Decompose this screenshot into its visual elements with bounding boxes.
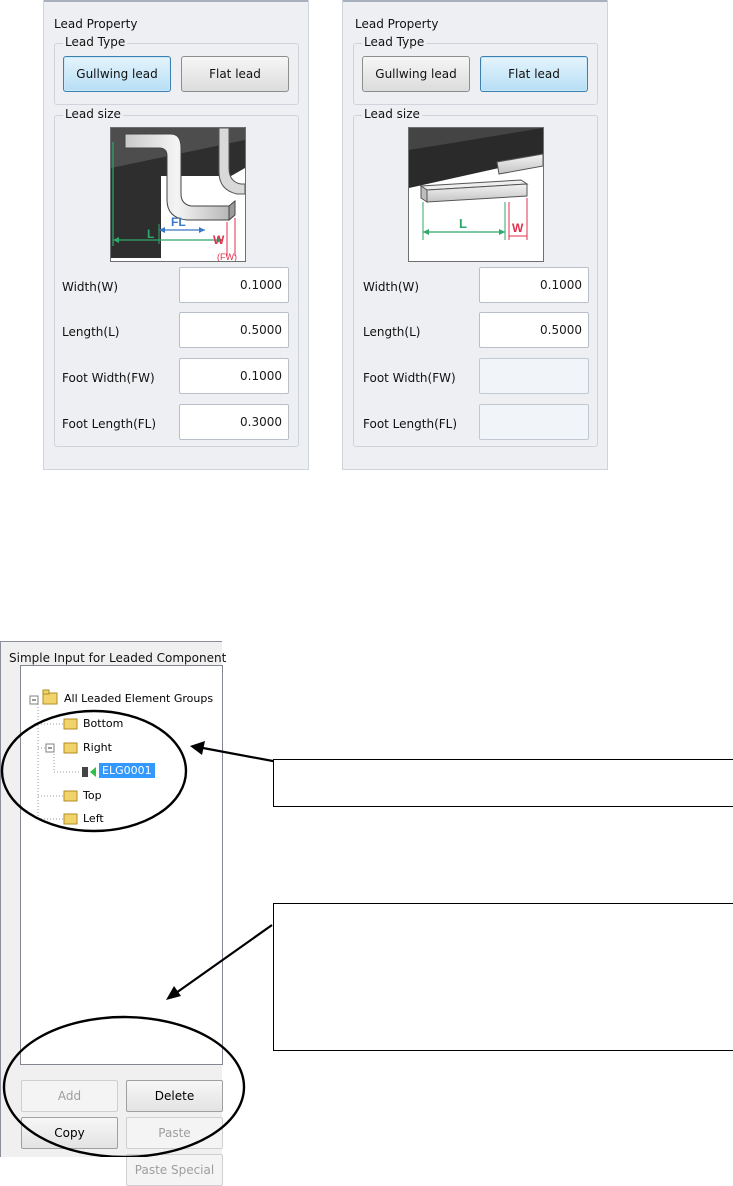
- paste-special-button[interactable]: Paste Special: [126, 1154, 223, 1186]
- tree-item-top[interactable]: Top: [83, 789, 102, 802]
- collapse-toggle-icon: [29, 695, 39, 705]
- flat-lead-button[interactable]: Flat lead: [480, 56, 588, 92]
- element-group-tree[interactable]: All Leaded Element Groups Bottom Right E…: [20, 665, 223, 1065]
- foot-width-label: Foot Width(FW): [363, 371, 456, 385]
- lead-property-panel-flat: Lead Property Lead Type Gullwing lead Fl…: [342, 0, 608, 470]
- window-title: Simple Input for Leaded Component: [9, 651, 227, 665]
- tree-item-right[interactable]: Right: [83, 741, 112, 754]
- gullwing-lead-diagram: L FL W (FW): [110, 127, 246, 262]
- lead-size-label: Lead size: [362, 107, 422, 121]
- tree-item-bottom[interactable]: Bottom: [83, 717, 123, 730]
- diagram-l-label: L: [147, 227, 154, 241]
- width-field[interactable]: 0.1000: [479, 267, 589, 303]
- delete-button[interactable]: Delete: [126, 1080, 223, 1112]
- diagram-w-label: W: [512, 221, 524, 235]
- root-folder-icon: [42, 689, 58, 705]
- length-field[interactable]: 0.5000: [179, 312, 289, 348]
- paste-button[interactable]: Paste: [126, 1117, 223, 1149]
- foot-length-field[interactable]: 0.3000: [179, 404, 289, 440]
- foot-length-label: Foot Length(FL): [363, 417, 458, 431]
- lead-type-group: Lead Type Gullwing lead Flat lead: [353, 35, 598, 105]
- lead-property-panel-gullwing: Lead Property Lead Type Gullwing lead Fl…: [43, 0, 309, 470]
- width-label: Width(W): [363, 280, 420, 294]
- length-label: Length(L): [363, 325, 421, 339]
- copy-button[interactable]: Copy: [21, 1117, 118, 1149]
- folder-icon: [63, 742, 78, 754]
- diagram-l-label: L: [459, 216, 467, 231]
- element-group-icon: [82, 767, 96, 777]
- gullwing-lead-button[interactable]: Gullwing lead: [362, 56, 470, 92]
- lead-type-label: Lead Type: [63, 35, 128, 49]
- flat-lead-diagram: L W: [408, 127, 544, 262]
- buttons-callout-box: [273, 903, 733, 1051]
- tree-root-label[interactable]: All Leaded Element Groups: [64, 692, 213, 705]
- foot-width-label: Foot Width(FW): [62, 371, 155, 385]
- lead-size-label: Lead size: [63, 107, 123, 121]
- foot-width-field[interactable]: 0.1000: [179, 358, 289, 394]
- folder-icon: [63, 813, 78, 825]
- folder-icon: [63, 718, 78, 730]
- collapse-toggle-icon: [45, 743, 55, 753]
- width-label: Width(W): [62, 280, 119, 294]
- folder-icon: [63, 790, 78, 802]
- flat-lead-button[interactable]: Flat lead: [181, 56, 289, 92]
- foot-length-field: [479, 404, 589, 440]
- panel-title: Lead Property: [355, 17, 439, 31]
- panel-title: Lead Property: [54, 17, 138, 31]
- gullwing-lead-button[interactable]: Gullwing lead: [63, 56, 171, 92]
- tree-callout-box: [273, 759, 733, 807]
- tree-item-elg0001[interactable]: ELG0001: [99, 763, 155, 778]
- lead-type-label: Lead Type: [362, 35, 427, 49]
- width-field[interactable]: 0.1000: [179, 267, 289, 303]
- diagram-fl-label: FL: [171, 215, 186, 229]
- diagram-w-label: W: [213, 233, 225, 247]
- tree-item-left[interactable]: Left: [83, 812, 104, 825]
- diagram-fw-label: (FW): [217, 252, 237, 261]
- length-label: Length(L): [62, 325, 120, 339]
- foot-length-label: Foot Length(FL): [62, 417, 157, 431]
- lead-type-group: Lead Type Gullwing lead Flat lead: [54, 35, 299, 105]
- add-button[interactable]: Add: [21, 1080, 118, 1112]
- foot-width-field: [479, 358, 589, 394]
- length-field[interactable]: 0.5000: [479, 312, 589, 348]
